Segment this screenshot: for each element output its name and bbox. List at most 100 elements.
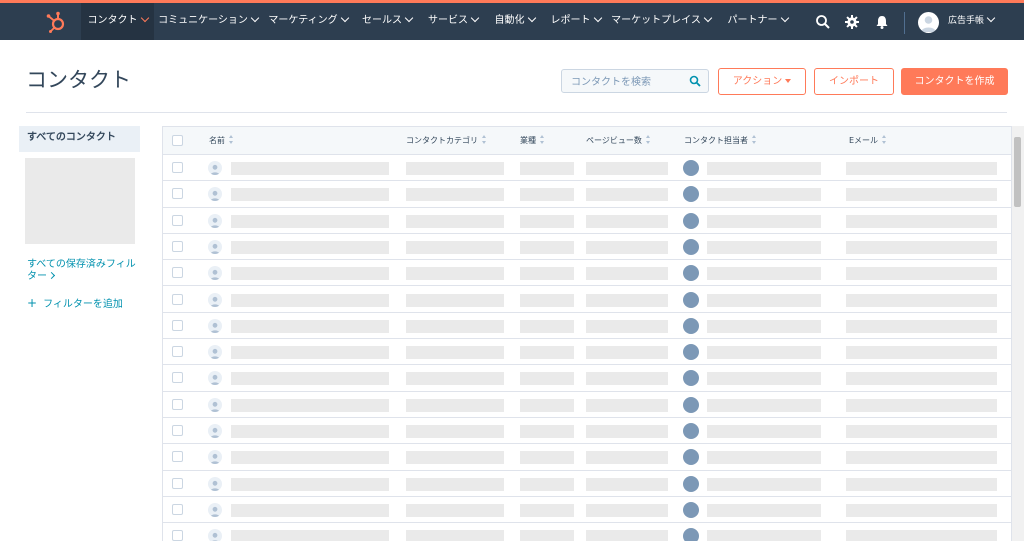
- nav-item-7[interactable]: マーケットプレイス: [608, 3, 714, 40]
- owner-avatar: [683, 317, 699, 334]
- row-checkbox[interactable]: [172, 267, 183, 279]
- owner-avatar: [683, 501, 699, 518]
- row-checkbox[interactable]: [172, 451, 183, 463]
- sort-icon[interactable]: [482, 134, 487, 145]
- nav-item-6[interactable]: レポート: [543, 3, 608, 40]
- loading-placeholder-cell: [406, 240, 504, 254]
- loading-placeholder-cell: [707, 214, 821, 228]
- column-header-label: コンタクトカテゴリ: [406, 136, 478, 145]
- sort-icon[interactable]: [229, 134, 234, 145]
- column-header-4[interactable]: コンタクト担当者: [684, 127, 757, 154]
- loading-placeholder-cell: [846, 240, 997, 254]
- row-checkbox[interactable]: [172, 346, 183, 358]
- sort-icon[interactable]: [882, 134, 887, 145]
- row-checkbox[interactable]: [172, 162, 183, 173]
- column-header-2[interactable]: 業種: [520, 127, 545, 154]
- table-row[interactable]: [163, 155, 1011, 182]
- column-header-0[interactable]: 名前: [209, 127, 234, 154]
- loading-placeholder-cell: [586, 293, 668, 307]
- add-filter-button[interactable]: + フィルターを追加: [27, 295, 123, 310]
- loading-placeholder-cell: [520, 267, 574, 281]
- user-avatar[interactable]: [918, 12, 939, 33]
- column-header-1[interactable]: コンタクトカテゴリ: [406, 127, 487, 154]
- nav-item-0[interactable]: コンタクト: [81, 3, 154, 40]
- table-row[interactable]: [163, 523, 1011, 541]
- nav-item-label: マーケットプレイス: [611, 15, 701, 26]
- loading-placeholder-cell: [231, 372, 389, 386]
- nav-item-3[interactable]: セールス: [354, 3, 420, 40]
- search-icon[interactable]: [815, 14, 831, 30]
- chevron-down-icon: [780, 13, 789, 23]
- row-checkbox[interactable]: [172, 188, 183, 200]
- row-checkbox[interactable]: [172, 530, 183, 541]
- sort-icon[interactable]: [540, 134, 545, 145]
- table-row[interactable]: [163, 208, 1011, 234]
- loading-placeholder-cell: [406, 214, 504, 228]
- table-row[interactable]: [163, 313, 1011, 340]
- hubspot-logo-icon[interactable]: [43, 10, 69, 34]
- scrollbar-thumb[interactable]: [1014, 137, 1021, 207]
- loading-placeholder-cell: [707, 530, 821, 541]
- nav-item-4[interactable]: サービス: [420, 3, 486, 40]
- sort-icon[interactable]: [752, 134, 757, 145]
- table-row[interactable]: [163, 181, 1011, 208]
- nav-item-8[interactable]: パートナー: [714, 3, 801, 40]
- gear-icon[interactable]: [844, 14, 860, 30]
- contact-avatar-icon: [208, 476, 222, 491]
- view-tab-all-contacts[interactable]: すべてのコンタクト: [19, 126, 140, 152]
- row-checkbox[interactable]: [172, 425, 183, 436]
- user-menu[interactable]: 広告手帳: [948, 3, 996, 40]
- table-row[interactable]: [163, 418, 1011, 445]
- select-all-checkbox[interactable]: [172, 135, 183, 146]
- table-row[interactable]: [163, 260, 1011, 287]
- all-saved-filters-link[interactable]: すべての保存済みフィルター: [27, 259, 139, 283]
- table-row[interactable]: [163, 444, 1011, 471]
- loading-placeholder-cell: [406, 267, 504, 281]
- row-checkbox[interactable]: [172, 372, 183, 384]
- owner-avatar: [683, 291, 699, 308]
- column-header-3[interactable]: ページビュー数: [586, 127, 651, 154]
- loading-placeholder-cell: [586, 214, 668, 228]
- create-contact-label: コンタクトを作成: [914, 76, 995, 87]
- contact-avatar-icon: [208, 371, 222, 386]
- nav-item-5[interactable]: 自動化: [486, 3, 543, 40]
- row-checkbox[interactable]: [172, 477, 183, 489]
- loading-placeholder-cell: [520, 346, 574, 360]
- chevron-down-icon: [404, 13, 414, 23]
- import-button[interactable]: インポート: [814, 68, 894, 95]
- table-row[interactable]: [163, 392, 1011, 418]
- loading-placeholder-cell: [586, 188, 668, 202]
- loading-placeholder-cell: [846, 319, 997, 333]
- create-contact-button[interactable]: コンタクトを作成: [901, 68, 1008, 95]
- row-checkbox[interactable]: [172, 214, 183, 226]
- loading-placeholder-cell: [707, 425, 821, 438]
- actions-dropdown-button[interactable]: アクション: [718, 68, 806, 95]
- nav-item-1[interactable]: コミュニケーション: [154, 3, 262, 40]
- table-row[interactable]: [163, 365, 1011, 392]
- table-row[interactable]: [163, 497, 1011, 524]
- loading-placeholder-cell: [231, 451, 389, 465]
- loading-placeholder-cell: [520, 477, 574, 491]
- nav-item-label: マーケティング: [268, 15, 338, 26]
- loading-placeholder-cell: [846, 530, 997, 541]
- table-row[interactable]: [163, 234, 1011, 261]
- bell-icon[interactable]: [874, 14, 890, 30]
- search-input[interactable]: [569, 70, 693, 95]
- loading-placeholder-cell: [586, 240, 668, 254]
- nav-item-2[interactable]: マーケティング: [262, 3, 354, 40]
- row-checkbox[interactable]: [172, 398, 183, 410]
- table-row[interactable]: [163, 339, 1011, 366]
- search-icon[interactable]: [689, 75, 701, 87]
- sort-icon[interactable]: [645, 134, 651, 145]
- nav-divider: [904, 12, 905, 34]
- nav-item-label: セールス: [362, 15, 402, 26]
- row-checkbox[interactable]: [172, 293, 183, 305]
- table-row[interactable]: [163, 471, 1011, 497]
- row-checkbox[interactable]: [172, 319, 183, 331]
- row-checkbox[interactable]: [172, 503, 183, 515]
- row-checkbox[interactable]: [172, 240, 183, 252]
- column-header-5[interactable]: Eメール: [849, 127, 887, 154]
- contact-search[interactable]: [561, 69, 709, 95]
- table-row[interactable]: [163, 287, 1011, 313]
- chevron-down-icon: [470, 13, 480, 23]
